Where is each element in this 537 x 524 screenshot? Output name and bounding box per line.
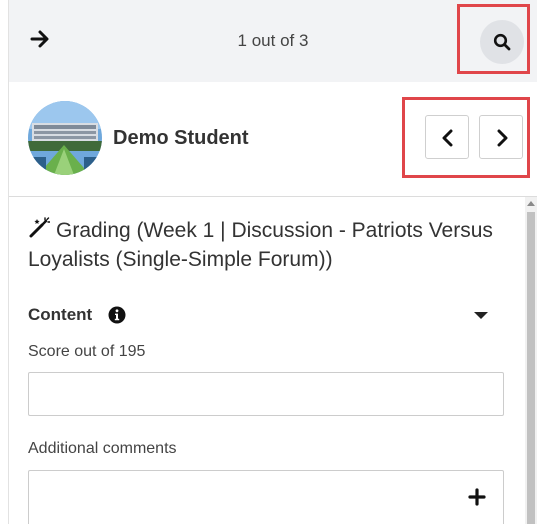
magic-wand-icon — [28, 217, 51, 239]
avatar — [28, 101, 102, 175]
student-nav-highlight-box — [402, 97, 530, 178]
score-input[interactable] — [28, 372, 504, 416]
comments-label: Additional comments — [28, 440, 177, 457]
content-section-label: Content — [28, 305, 93, 324]
caret-down-icon[interactable] — [474, 312, 488, 319]
grading-title-text: Grading (Week 1 | Discussion - Patriots … — [28, 219, 493, 271]
plus-icon[interactable] — [466, 486, 488, 508]
grading-title: Grading (Week 1 | Discussion - Patriots … — [28, 216, 498, 274]
student-name: Demo Student — [113, 127, 249, 149]
search-highlight-box — [457, 4, 530, 74]
info-circle-icon[interactable] — [108, 306, 126, 324]
scrollbar-thumb[interactable] — [527, 212, 535, 524]
scroll-up-icon[interactable] — [527, 201, 535, 206]
score-label: Score out of 195 — [28, 343, 146, 360]
additional-comments-field[interactable] — [28, 470, 504, 524]
